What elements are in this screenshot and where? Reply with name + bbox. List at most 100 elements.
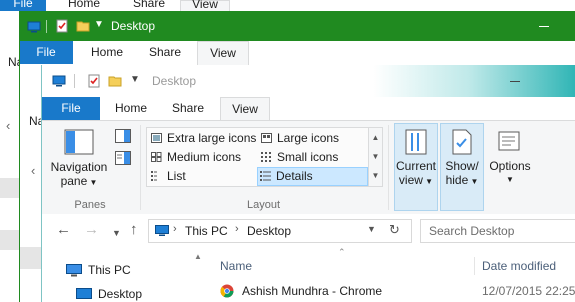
window-middle-tabs: File Home Share View: [19, 41, 575, 65]
file-name: Ashish Mundhra - Chrome: [242, 284, 383, 298]
navigation-pane-icon: [64, 129, 94, 155]
window-middle-titlebar: ▼ Desktop: [19, 11, 575, 41]
layout-gallery: Extra large icons Large icons Medium ico…: [146, 127, 383, 187]
column-header-name[interactable]: Name: [220, 259, 252, 273]
nav-item-label: This PC: [88, 263, 131, 277]
qa-separator: [74, 74, 75, 88]
layout-large-icons[interactable]: Large icons: [259, 130, 339, 147]
current-view-label-2: view ▼: [398, 173, 434, 187]
details-icon: [260, 171, 271, 181]
current-view-button[interactable]: Current view ▼: [394, 129, 438, 189]
back-window-scroll-2: [0, 230, 19, 250]
list-icon: [151, 171, 157, 181]
up-arrow-icon[interactable]: ↑: [130, 222, 138, 238]
nav-item-label: Desktop: [98, 287, 143, 301]
file-date: 12/07/2015 22:25: [482, 284, 575, 298]
properties-icon[interactable]: [87, 74, 101, 88]
new-folder-icon[interactable]: [108, 74, 122, 88]
tab-share[interactable]: Share: [139, 41, 191, 64]
panes-group-label: Panes: [74, 199, 106, 211]
gallery-down-icon[interactable]: ▼: [369, 147, 382, 166]
group-separator: [140, 125, 141, 210]
search-input[interactable]: Search Desktop: [429, 224, 514, 238]
window-title: Desktop: [152, 74, 197, 88]
table-row[interactable]: Ashish Mundhra - Chrome 12/07/2015 22:25: [210, 281, 575, 301]
nav-pane-scrollbar[interactable]: ▲: [190, 247, 206, 302]
tab-file[interactable]: File: [42, 97, 100, 120]
breadcrumb-desktop[interactable]: Desktop: [247, 224, 291, 238]
breadcrumb-separator-icon[interactable]: ›: [173, 223, 177, 235]
middle-window-scroll: [19, 247, 41, 269]
current-view-label-1: Current: [395, 159, 436, 173]
breadcrumb-this-pc[interactable]: This PC: [185, 224, 228, 238]
small-icons-icon: [261, 152, 271, 162]
window-back-tabs: File Home Share View: [0, 0, 575, 11]
group-separator: [388, 125, 389, 210]
show-hide-button[interactable]: Show/ hide ▼: [440, 129, 484, 189]
tab-share[interactable]: Share: [162, 97, 214, 120]
options-button[interactable]: Options ▼: [486, 129, 534, 187]
minimize-icon[interactable]: [510, 81, 520, 82]
layout-gallery-scroll[interactable]: ▲ ▼ ▼: [368, 128, 382, 186]
tab-share[interactable]: Share: [124, 0, 174, 11]
navigation-pane-button[interactable]: Navigation pane ▼: [48, 129, 110, 190]
extra-large-icons-icon: [151, 133, 162, 143]
layout-group-label: Layout: [246, 199, 281, 211]
gallery-more-icon[interactable]: ▼: [369, 166, 382, 185]
minimize-icon[interactable]: [539, 26, 549, 27]
customize-qa-chevron-icon[interactable]: ▼: [130, 74, 140, 85]
layout-small-icons[interactable]: Small icons: [259, 149, 338, 166]
forward-arrow-icon[interactable]: →: [84, 222, 99, 238]
tab-home[interactable]: Home: [79, 41, 135, 64]
column-divider[interactable]: [474, 257, 475, 275]
navigation-pane: This PC Desktop: [42, 247, 190, 302]
tab-view[interactable]: View: [220, 97, 270, 121]
address-bar[interactable]: › This PC › Desktop ▼ ↻: [148, 219, 412, 243]
options-chevron-icon: ▼: [506, 175, 514, 184]
tab-home[interactable]: Home: [106, 97, 156, 120]
back-arrow-icon[interactable]: ←: [56, 222, 71, 238]
breadcrumb-separator-icon[interactable]: ›: [235, 223, 239, 235]
computer-icon: [155, 225, 169, 236]
gallery-up-icon[interactable]: ▲: [369, 128, 382, 147]
tab-home[interactable]: Home: [58, 0, 110, 11]
tab-file[interactable]: File: [19, 41, 73, 64]
this-pc-icon: [66, 264, 82, 277]
layout-list[interactable]: List: [149, 168, 186, 185]
sort-chevron-icon: ⌃: [338, 247, 346, 257]
address-dropdown-icon[interactable]: ▼: [367, 224, 376, 234]
tab-view[interactable]: View: [180, 0, 230, 11]
show-hide-label-2: hide ▼: [445, 173, 479, 187]
desktop-icon: [76, 288, 92, 299]
refresh-icon[interactable]: ↻: [389, 222, 400, 238]
chrome-icon: [220, 284, 234, 298]
details-pane-icon[interactable]: [115, 151, 131, 165]
properties-icon[interactable]: [55, 19, 69, 33]
options-label: Options: [489, 159, 531, 173]
navigation-pane-label-1: Navigation: [50, 160, 108, 174]
nav-item-this-pc[interactable]: This PC: [64, 262, 184, 282]
new-folder-icon[interactable]: [76, 19, 90, 33]
ribbon-view: Navigation pane ▼ Panes Extra large icon…: [42, 120, 575, 215]
explorer-window-front: ▼ Desktop File Home Share View Navigatio…: [41, 65, 575, 302]
tab-view[interactable]: View: [197, 41, 249, 65]
layout-details[interactable]: Details: [257, 167, 368, 186]
middle-window-left-edge: [19, 41, 20, 302]
preview-pane-icon[interactable]: [115, 129, 131, 143]
computer-icon: [52, 75, 66, 87]
recent-locations-chevron-icon[interactable]: ▼: [112, 225, 121, 241]
nav-item-desktop[interactable]: Desktop: [76, 285, 186, 302]
customize-qa-chevron-icon[interactable]: ▼: [94, 19, 104, 30]
options-icon: [498, 131, 520, 151]
column-header-date-modified[interactable]: Date modified: [482, 259, 556, 273]
address-bar-row: ← → ▼ ↑ › This PC › Desktop ▼ ↻ Search D…: [42, 214, 575, 247]
window-front-titlebar: ▼ Desktop: [42, 65, 575, 97]
back-window-arrow-icon: ‹: [6, 118, 11, 133]
tab-file[interactable]: File: [0, 0, 46, 11]
search-box[interactable]: Search Desktop: [420, 219, 575, 243]
scroll-up-icon[interactable]: ▲: [194, 252, 202, 261]
layout-medium-icons[interactable]: Medium icons: [149, 149, 241, 166]
layout-extra-large-icons[interactable]: Extra large icons: [149, 130, 256, 147]
navigation-pane-label-2: pane ▼: [60, 174, 98, 188]
large-icons-icon: [261, 133, 272, 143]
